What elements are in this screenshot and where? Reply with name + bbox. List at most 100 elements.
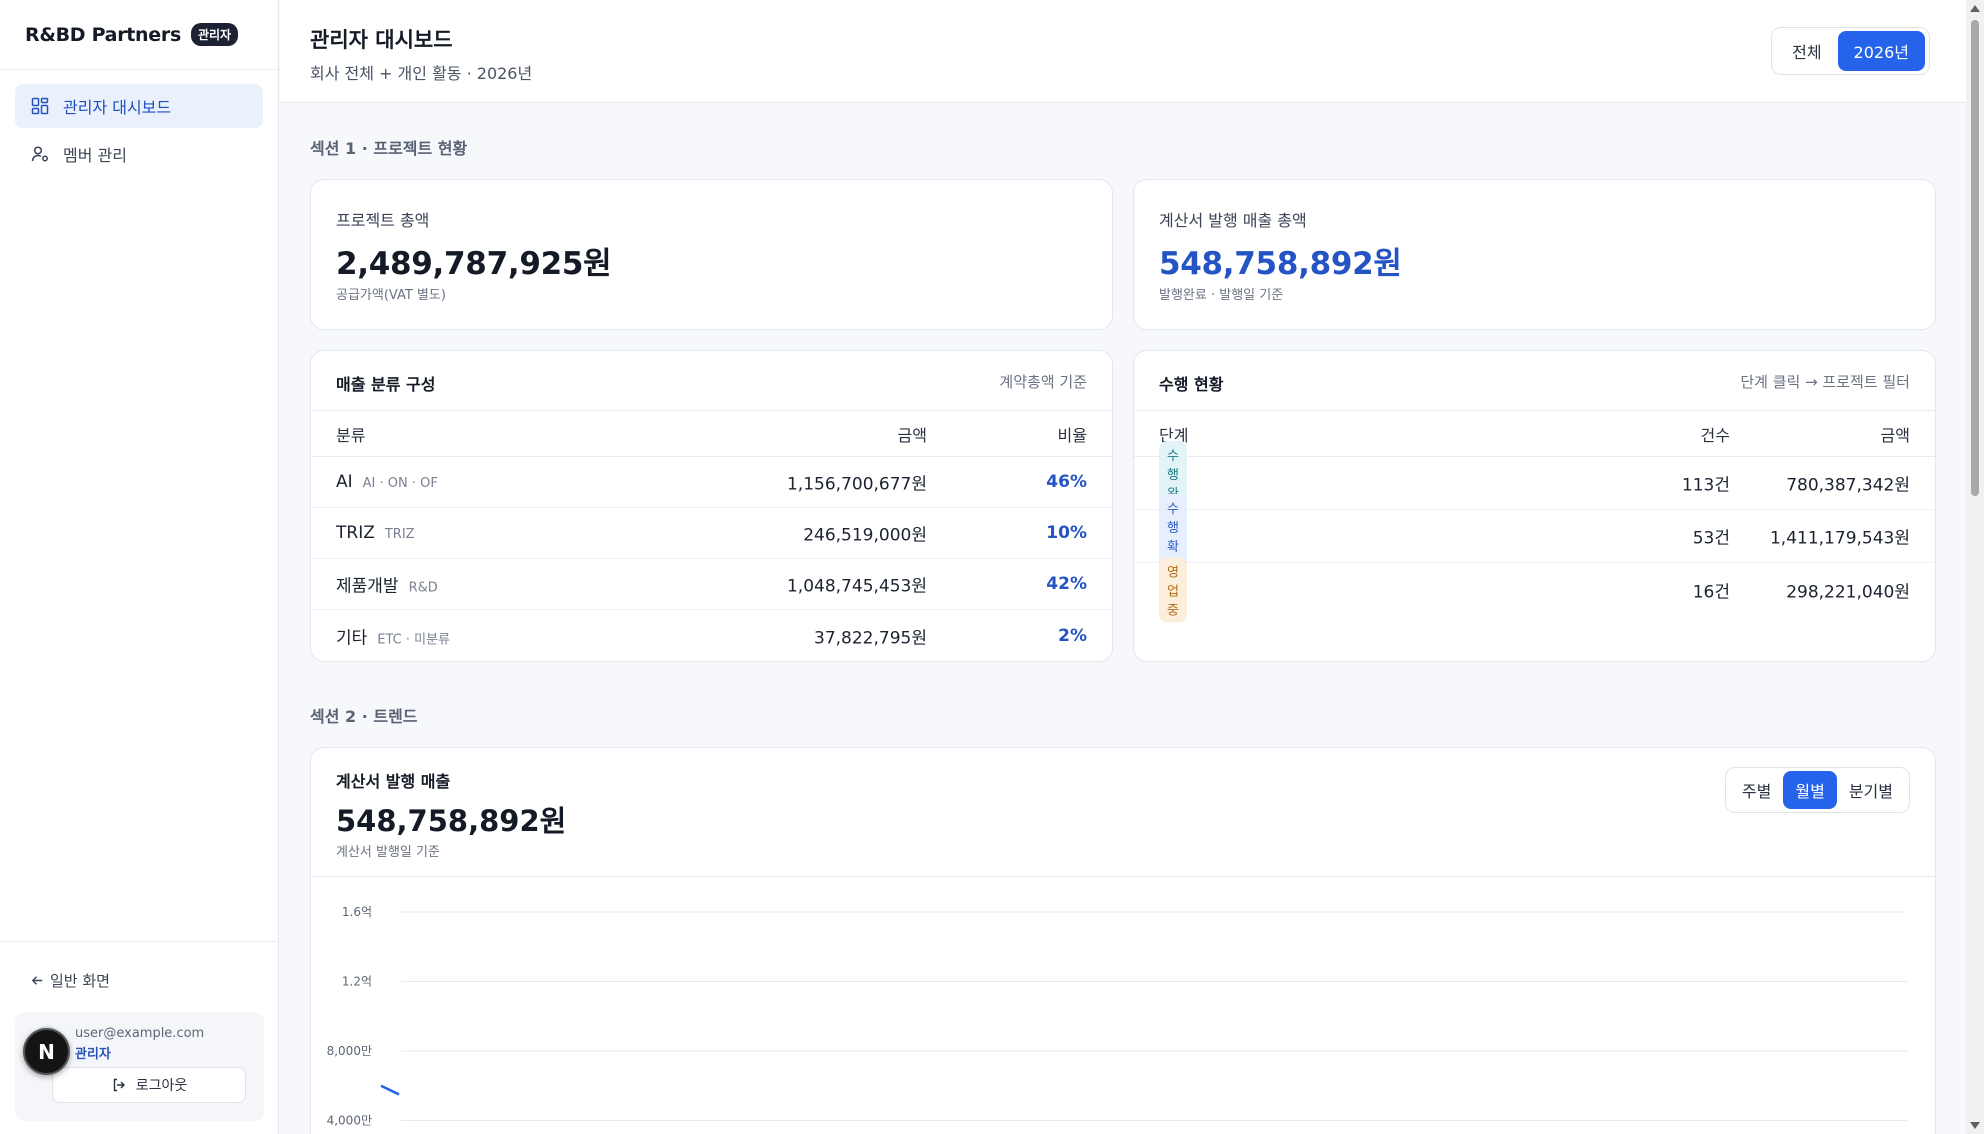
page-subtitle: 회사 전체 + 개인 활동 · 2026년 bbox=[310, 64, 533, 83]
trend-note: 계산서 발행일 기준 bbox=[336, 845, 440, 860]
sidebar-item-member-management[interactable]: 멤버 관리 bbox=[15, 132, 263, 176]
count-cell: 16건 bbox=[1692, 582, 1730, 602]
col-amount: 금액 bbox=[1880, 425, 1910, 445]
amount-cell: 1,048,745,453원 bbox=[786, 576, 927, 597]
category-name: AI bbox=[336, 472, 353, 492]
col-amount: 금액 bbox=[897, 425, 927, 445]
card-header: 수행 현황 단계 클릭 → 프로젝트 필터 bbox=[1134, 351, 1935, 411]
status-row-sales[interactable]: 영업 중 16건 298,221,040원 bbox=[1134, 557, 1935, 622]
card-title: 수행 현황 bbox=[1159, 375, 1224, 394]
scroll-thumb[interactable] bbox=[1971, 20, 1979, 496]
execution-status-card: 수행 현황 단계 클릭 → 프로젝트 필터 단계 건수 금액 수행 완료 113… bbox=[1133, 350, 1936, 662]
section-1-label: 섹션 1 · 프로젝트 현황 bbox=[310, 139, 468, 158]
page-header: 관리자 대시보드 회사 전체 + 개인 활동 · 2026년 전체 2026년 bbox=[280, 0, 1966, 103]
card-header: 매출 분류 구성 계약총액 기준 bbox=[311, 351, 1112, 411]
amount-cell: 246,519,000원 bbox=[803, 525, 927, 546]
amount-cell: 37,822,795원 bbox=[814, 628, 927, 648]
count-cell: 53건 bbox=[1692, 528, 1730, 549]
sidebar-footer: 일반 화면 조 user@example.com 관리자 로그아웃 N bbox=[0, 941, 279, 1134]
ratio-cell: 42% bbox=[1046, 574, 1087, 594]
table-row: 제품개발 R&D 1,048,745,453원 42% bbox=[311, 559, 1112, 610]
page-scrollbar[interactable] bbox=[1966, 0, 1984, 1134]
card-hint: 단계 클릭 → 프로젝트 필터 bbox=[1740, 373, 1910, 391]
kpi-label: 프로젝트 총액 bbox=[336, 211, 430, 230]
year-toggle: 전체 2026년 bbox=[1771, 27, 1930, 75]
logout-button[interactable]: 로그아웃 bbox=[52, 1067, 246, 1103]
arrow-left-icon bbox=[31, 976, 43, 985]
category-name: 제품개발 bbox=[336, 576, 399, 597]
toggle-all-button[interactable]: 전체 bbox=[1776, 31, 1837, 71]
category-sub: ETC · 미분류 bbox=[377, 632, 451, 647]
toggle-2026-button[interactable]: 2026년 bbox=[1837, 31, 1925, 71]
y-tick-label: 4,000만 bbox=[327, 1114, 372, 1128]
card-title: 매출 분류 구성 bbox=[336, 375, 436, 394]
period-monthly-button[interactable]: 월별 bbox=[1783, 771, 1837, 809]
trend-value: 548,758,892원 bbox=[336, 804, 567, 838]
kpi-note: 발행완료 · 발행일 기준 bbox=[1159, 288, 1284, 303]
trend-card: 계산서 발행 매출 548,758,892원 계산서 발행일 기준 주별 월별 … bbox=[310, 747, 1936, 1134]
admin-badge: 관리자 bbox=[190, 23, 239, 46]
kpi-label: 계산서 발행 매출 총액 bbox=[1159, 211, 1307, 230]
period-quarterly-button[interactable]: 분기별 bbox=[1837, 771, 1905, 809]
logout-label: 로그아웃 bbox=[135, 1078, 188, 1094]
amount-cell: 1,156,700,677원 bbox=[786, 474, 927, 495]
user-role: 관리자 bbox=[75, 1047, 111, 1062]
sidebar-item-label: 관리자 대시보드 bbox=[63, 98, 172, 117]
amount-cell: 1,411,179,543원 bbox=[1769, 528, 1910, 549]
trend-series-line bbox=[380, 1084, 400, 1096]
dashboard-icon bbox=[30, 96, 50, 116]
ratio-cell: 10% bbox=[1046, 523, 1087, 543]
brand-name[interactable]: R&BD Partners bbox=[25, 24, 181, 46]
logout-icon bbox=[113, 1078, 125, 1092]
ratio-cell: 46% bbox=[1046, 472, 1087, 492]
status-row-done[interactable]: 수행 완료 113건 780,387,342원 bbox=[1134, 441, 1935, 525]
kpi-note: 공급가액(VAT 별도) bbox=[336, 288, 446, 303]
trend-title: 계산서 발행 매출 bbox=[336, 772, 451, 791]
col-count: 건수 bbox=[1700, 425, 1730, 445]
brand-header: R&BD Partners 관리자 bbox=[0, 0, 278, 70]
section-2-label: 섹션 2 · 트렌드 bbox=[310, 707, 418, 726]
period-toggle: 주별 월별 분기별 bbox=[1724, 767, 1910, 813]
user-settings-icon bbox=[30, 144, 50, 164]
sidebar-item-label: 멤버 관리 bbox=[63, 146, 127, 165]
nextjs-dev-badge[interactable]: N bbox=[23, 1028, 70, 1075]
y-tick-label: 1.6억 bbox=[342, 905, 372, 919]
kpi-value: 2,489,787,925원 bbox=[336, 246, 612, 282]
back-link-label: 일반 화면 bbox=[50, 972, 110, 990]
sidebar-item-admin-dashboard[interactable]: 관리자 대시보드 bbox=[15, 84, 263, 128]
y-tick-label: 8,000만 bbox=[327, 1044, 372, 1058]
kpi-card-invoice-total: 계산서 발행 매출 총액 548,758,892원 발행완료 · 발행일 기준 bbox=[1133, 179, 1936, 330]
category-sub: AI · ON · OF bbox=[362, 476, 438, 491]
scroll-up-arrow[interactable] bbox=[1970, 5, 1980, 12]
main-content: 관리자 대시보드 회사 전체 + 개인 활동 · 2026년 전체 2026년 … bbox=[280, 0, 1966, 1134]
user-email: user@example.com bbox=[75, 1026, 205, 1041]
col-ratio: 비율 bbox=[1057, 425, 1087, 445]
table-header: 분류 금액 비율 bbox=[311, 411, 1112, 457]
table-row: 기타 ETC · 미분류 37,822,795원 2% bbox=[311, 610, 1112, 661]
table-row: AI AI · ON · OF 1,156,700,677원 46% bbox=[311, 457, 1112, 508]
page-title: 관리자 대시보드 bbox=[310, 28, 453, 52]
revenue-mix-card: 매출 분류 구성 계약총액 기준 분류 금액 비율 AI AI · ON · OF… bbox=[310, 350, 1113, 662]
category-sub: R&D bbox=[408, 580, 438, 596]
kpi-card-project-total: 프로젝트 총액 2,489,787,925원 공급가액(VAT 별도) bbox=[310, 179, 1113, 330]
trend-chart: 1.6억 1.2억 8,000만 4,000만 bbox=[327, 905, 1907, 1128]
status-row-confirmed[interactable]: 수행 확정 53건 1,411,179,543원 bbox=[1134, 494, 1935, 578]
card-hint: 계약총액 기준 bbox=[999, 373, 1087, 391]
amount-cell: 780,387,342원 bbox=[1786, 475, 1910, 496]
category-sub: TRIZ bbox=[384, 527, 415, 542]
sidebar: R&BD Partners 관리자 관리자 대시보드 멤버 관리 일반 화면 조… bbox=[0, 0, 279, 1134]
amount-cell: 298,221,040원 bbox=[1786, 582, 1910, 602]
table-header: 단계 건수 금액 bbox=[1134, 411, 1935, 457]
category-name: 기타 bbox=[336, 628, 368, 648]
table-row: TRIZ TRIZ 246,519,000원 10% bbox=[311, 508, 1112, 559]
kpi-value: 548,758,892원 bbox=[1159, 246, 1402, 282]
period-weekly-button[interactable]: 주별 bbox=[1730, 771, 1783, 809]
count-cell: 113건 bbox=[1681, 475, 1730, 496]
stage-pill[interactable]: 영업 중 bbox=[1159, 557, 1187, 622]
scroll-down-arrow[interactable] bbox=[1970, 1122, 1980, 1129]
back-to-general-link[interactable]: 일반 화면 bbox=[30, 970, 110, 991]
sidebar-nav: 관리자 대시보드 멤버 관리 bbox=[0, 70, 278, 194]
ratio-cell: 2% bbox=[1058, 625, 1087, 646]
category-name: TRIZ bbox=[336, 523, 375, 543]
y-tick-label: 1.2억 bbox=[342, 975, 372, 989]
